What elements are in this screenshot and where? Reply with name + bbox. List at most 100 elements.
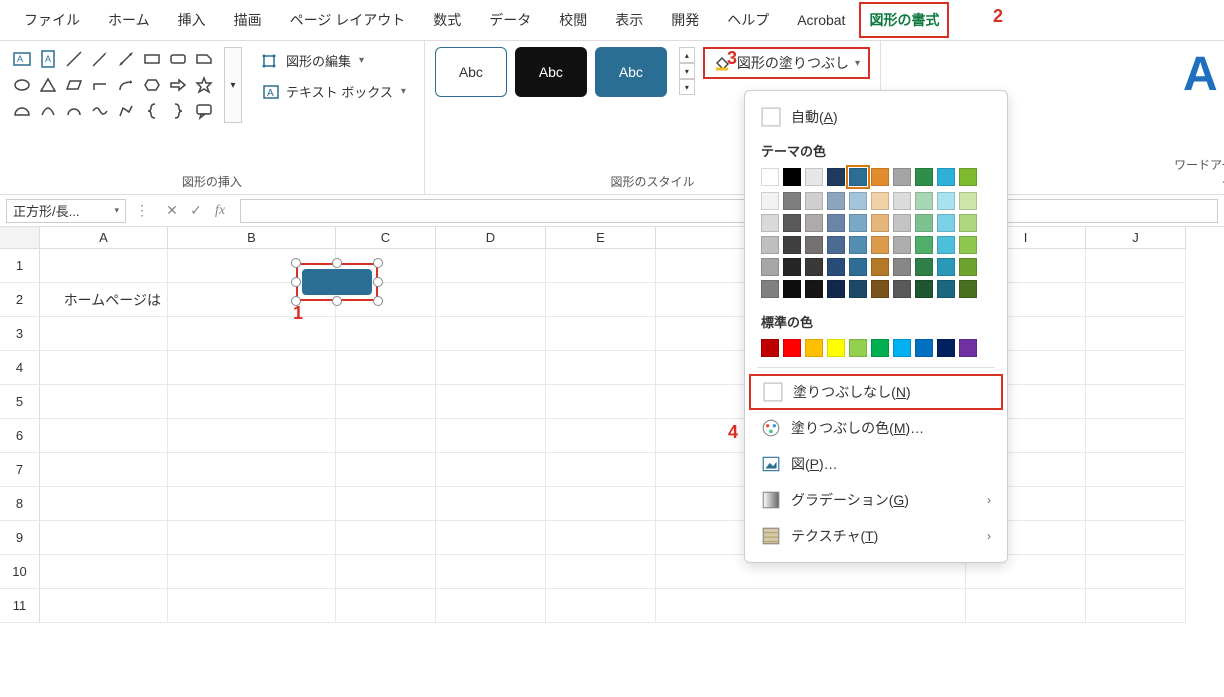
row-header-9[interactable]: 9 [0, 521, 40, 555]
shape-vertical-text-icon[interactable]: A [36, 47, 60, 71]
menu-insert[interactable]: 挿入 [164, 2, 220, 38]
menu-page-layout[interactable]: ページ レイアウト [276, 2, 420, 38]
theme-tint-swatch[interactable] [937, 236, 955, 254]
menu-help[interactable]: ヘルプ [713, 2, 783, 38]
theme-tint-swatch[interactable] [761, 192, 779, 210]
cell-E1[interactable] [546, 249, 656, 283]
col-header-J[interactable]: J [1086, 227, 1186, 249]
cell-D3[interactable] [436, 317, 546, 351]
wordart-preset-blue[interactable]: A [1183, 47, 1218, 102]
theme-tint-swatch[interactable] [827, 280, 845, 298]
theme-tint-swatch[interactable] [827, 214, 845, 232]
shape-double-arrow-icon[interactable] [114, 47, 138, 71]
shape-halfcircle-icon[interactable] [10, 99, 34, 123]
theme-color-swatch[interactable] [937, 168, 955, 186]
cancel-icon[interactable]: ✕ [162, 201, 182, 221]
standard-color-swatch[interactable] [761, 339, 779, 357]
cell-E11[interactable] [546, 589, 656, 623]
shape-curved-connector-icon[interactable] [114, 73, 138, 97]
theme-tint-swatch[interactable] [959, 236, 977, 254]
theme-tint-swatch[interactable] [915, 214, 933, 232]
col-header-A[interactable]: A [40, 227, 168, 249]
theme-tint-swatch[interactable] [849, 214, 867, 232]
theme-tint-swatch[interactable] [805, 214, 823, 232]
cell-D6[interactable] [436, 419, 546, 453]
theme-tint-swatch[interactable] [805, 192, 823, 210]
cell-B6[interactable] [168, 419, 336, 453]
theme-tint-swatch[interactable] [805, 258, 823, 276]
fill-picture[interactable]: 図(P)… [745, 446, 1007, 482]
cell-D5[interactable] [436, 385, 546, 419]
theme-color-swatch[interactable] [827, 168, 845, 186]
standard-color-swatch[interactable] [871, 339, 889, 357]
shape-oval-icon[interactable] [10, 73, 34, 97]
resize-handle-br[interactable] [373, 296, 383, 306]
row-header-3[interactable]: 3 [0, 317, 40, 351]
cell-A4[interactable] [40, 351, 168, 385]
fill-more-colors[interactable]: 塗りつぶしの色(M)… [745, 410, 1007, 446]
shape-arrow-line-icon[interactable] [88, 47, 112, 71]
standard-color-swatch[interactable] [959, 339, 977, 357]
shape-rounded-rect-icon[interactable] [166, 47, 190, 71]
theme-tint-swatch[interactable] [871, 258, 889, 276]
enter-icon[interactable]: ✓ [186, 201, 206, 221]
cell-C4[interactable] [336, 351, 436, 385]
shape-rectangle-icon[interactable] [140, 47, 164, 71]
resize-handle-tm[interactable] [332, 258, 342, 268]
col-header-E[interactable]: E [546, 227, 656, 249]
menu-review[interactable]: 校閲 [545, 2, 601, 38]
theme-color-swatch[interactable] [915, 168, 933, 186]
cell-B7[interactable] [168, 453, 336, 487]
theme-color-swatch[interactable] [893, 168, 911, 186]
fill-none[interactable]: 塗りつぶしなし(N) [749, 374, 1003, 410]
standard-color-swatch[interactable] [937, 339, 955, 357]
cell-J7[interactable] [1086, 453, 1186, 487]
shape-line-icon[interactable] [62, 47, 86, 71]
cell-A1[interactable] [40, 249, 168, 283]
cell-B3[interactable] [168, 317, 336, 351]
sort-icon[interactable]: ⋮ [132, 201, 152, 221]
shape-freeform-icon[interactable] [114, 99, 138, 123]
theme-color-swatch[interactable] [805, 168, 823, 186]
standard-color-swatch[interactable] [893, 339, 911, 357]
row-header-4[interactable]: 4 [0, 351, 40, 385]
cell-D4[interactable] [436, 351, 546, 385]
cell-D2[interactable] [436, 283, 546, 317]
row-header-2[interactable]: 2 [0, 283, 40, 317]
row-header-1[interactable]: 1 [0, 249, 40, 283]
standard-color-swatch[interactable] [915, 339, 933, 357]
style-preset-2[interactable]: Abc [515, 47, 587, 97]
theme-tint-swatch[interactable] [937, 214, 955, 232]
menu-home[interactable]: ホーム [94, 2, 164, 38]
cell-C3[interactable] [336, 317, 436, 351]
fill-auto[interactable]: 自動(A)自動(A) [745, 99, 1007, 135]
cell-J1[interactable] [1086, 249, 1186, 283]
cell-C11[interactable] [336, 589, 436, 623]
theme-tint-swatch[interactable] [783, 258, 801, 276]
theme-tint-swatch[interactable] [871, 236, 889, 254]
cell-J2[interactable] [1086, 283, 1186, 317]
menu-developer[interactable]: 開発 [657, 2, 713, 38]
cell-C6[interactable] [336, 419, 436, 453]
cell-A5[interactable] [40, 385, 168, 419]
theme-tint-swatch[interactable] [827, 236, 845, 254]
cell-D8[interactable] [436, 487, 546, 521]
cell-J11[interactable] [1086, 589, 1186, 623]
cell-E8[interactable] [546, 487, 656, 521]
theme-tint-swatch[interactable] [959, 192, 977, 210]
theme-tint-swatch[interactable] [937, 258, 955, 276]
select-all-corner[interactable] [0, 227, 40, 249]
cell-I11[interactable] [966, 589, 1086, 623]
shape-arc-icon[interactable] [62, 99, 86, 123]
theme-tint-swatch[interactable] [893, 258, 911, 276]
theme-tint-swatch[interactable] [849, 192, 867, 210]
resize-handle-ml[interactable] [291, 277, 301, 287]
cell-J6[interactable] [1086, 419, 1186, 453]
menu-file[interactable]: ファイル [10, 2, 94, 38]
cell-B11[interactable] [168, 589, 336, 623]
theme-tint-swatch[interactable] [783, 236, 801, 254]
theme-tint-swatch[interactable] [761, 258, 779, 276]
cell-C9[interactable] [336, 521, 436, 555]
theme-tint-swatch[interactable] [959, 214, 977, 232]
cell-C7[interactable] [336, 453, 436, 487]
